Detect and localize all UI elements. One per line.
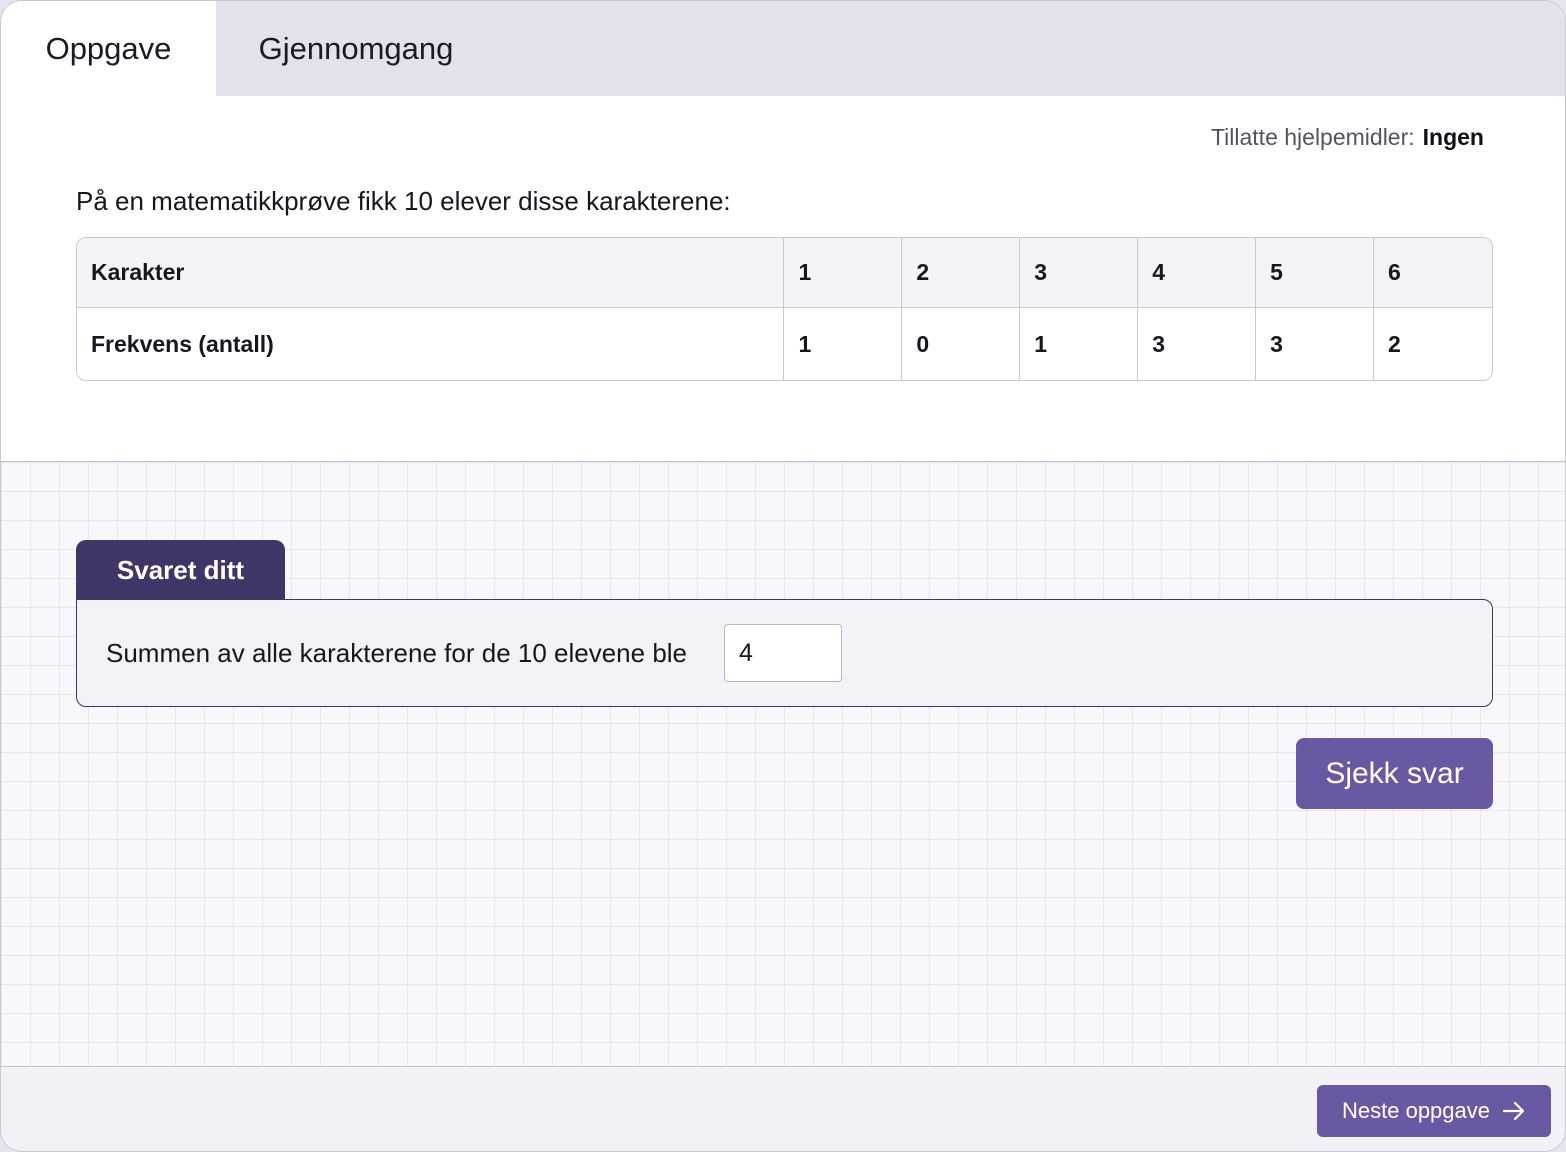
table-cell: 3	[1256, 308, 1374, 380]
next-task-label: Neste oppgave	[1342, 1098, 1490, 1123]
allowed-aids-label: Tillatte hjelpemidler:	[1210, 124, 1415, 150]
table-cell: 1	[784, 238, 903, 308]
table-cell: 6	[1374, 238, 1492, 308]
tab-gjennomgang-label: Gjennomgang	[258, 30, 454, 66]
footer: Neste oppgave	[1, 1067, 1565, 1151]
tab-oppgave[interactable]: Oppgave	[1, 1, 216, 96]
tab-bar: Oppgave Gjennomgang	[1, 1, 1565, 96]
task-panel: Tillatte hjelpemidler: Ingen På en matema…	[1, 96, 1565, 462]
table-cell: 4	[1138, 238, 1257, 308]
table-cell: 2	[1374, 308, 1492, 380]
answer-tab: Svaret ditt	[76, 540, 285, 600]
table-cell: 3	[1020, 238, 1139, 308]
table-cell: 1	[784, 308, 903, 380]
table-cell: 5	[1256, 238, 1374, 308]
table-row-header: Frekvens (antall)	[77, 308, 785, 380]
answer-tab-label: Svaret ditt	[116, 554, 245, 585]
allowed-aids-value: Ingen	[1422, 124, 1484, 150]
table-cell: 0	[902, 308, 1021, 380]
arrow-right-icon	[1502, 1101, 1526, 1121]
answer-prompt: Summen av alle karakterene for de 10 ele…	[106, 638, 688, 668]
tab-gjennomgang[interactable]: Gjennomgang	[216, 1, 496, 96]
task-window: Oppgave Gjennomgang Tillatte hjelpemidle…	[0, 0, 1566, 1152]
answer-input[interactable]	[724, 624, 842, 682]
table-row: Frekvens (antall) 1 0 1 3 3 2	[77, 308, 1492, 380]
tab-oppgave-label: Oppgave	[45, 30, 172, 66]
table-cell: 1	[1020, 308, 1139, 380]
next-task-button[interactable]: Neste oppgave	[1317, 1085, 1551, 1137]
check-answer-button[interactable]: Sjekk svar	[1296, 738, 1493, 809]
allowed-aids: Tillatte hjelpemidler: Ingen	[1211, 124, 1484, 151]
table-cell: 2	[902, 238, 1021, 308]
answer-box: Summen av alle karakterene for de 10 ele…	[76, 599, 1493, 707]
table-cell: 3	[1138, 308, 1257, 380]
question-text: På en matematikkprøve fikk 10 elever dis…	[76, 186, 731, 216]
frequency-table: Karakter 1 2 3 4 5 6 Frekvens (antall) 1…	[76, 237, 1493, 381]
answer-area: Svaret ditt Summen av alle karakterene f…	[1, 462, 1565, 1067]
table-row: Karakter 1 2 3 4 5 6	[77, 238, 1492, 308]
table-row-header: Karakter	[77, 238, 785, 308]
